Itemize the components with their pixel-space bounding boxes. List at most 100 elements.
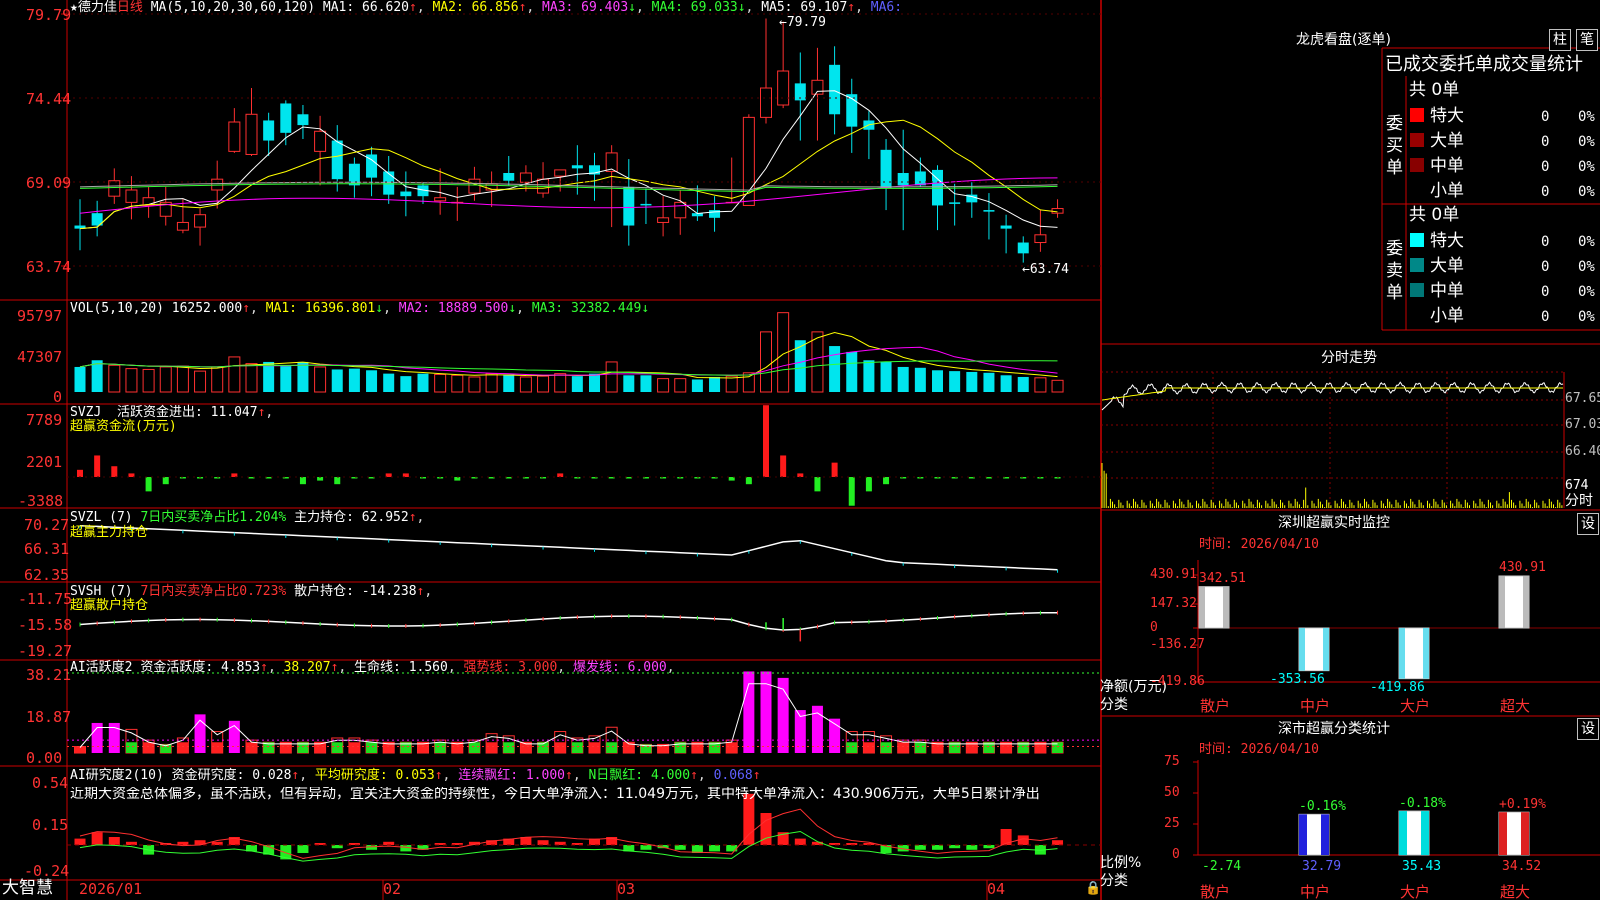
- volume-bar-up: [108, 364, 121, 393]
- order-pct: 0%: [1578, 184, 1595, 200]
- volume-header: VOL(5,10,20) 16252.000↑, MA1: 16396.801↓…: [70, 301, 650, 316]
- low-price-label: ←63.74: [1022, 262, 1069, 277]
- candle-down: [331, 140, 343, 180]
- order-count: 0: [1541, 159, 1550, 175]
- classify-category-label: 超大: [1500, 883, 1531, 900]
- ai-research-item1: 资金研究度: 0.028: [171, 768, 292, 783]
- order-count: 0: [1541, 259, 1550, 275]
- volume-bar-down: [383, 373, 395, 392]
- realtime-settings-button[interactable]: 设: [1577, 513, 1599, 535]
- ai-active-title: AI活跃度2: [70, 660, 133, 675]
- kline-ylabel: 63.74: [26, 258, 72, 276]
- volume-bar-down: [691, 379, 703, 392]
- classify-settings-button[interactable]: 设: [1577, 718, 1599, 740]
- classify-y-tick: 75: [1164, 754, 1180, 769]
- active-bar-base: [914, 742, 926, 753]
- active-bar-base: [468, 742, 480, 753]
- tick-view-button[interactable]: 笔: [1576, 29, 1598, 51]
- research-bar: [640, 845, 652, 850]
- star-icon[interactable]: ★: [70, 0, 78, 15]
- volume-bar-up: [742, 372, 755, 393]
- svzj-subtitle: 超赢资金流(万元): [70, 419, 177, 434]
- realtime-bar-shade: [1523, 576, 1529, 628]
- research-bar: [74, 838, 86, 845]
- trading-terminal: ★德力佳日线 MA(5,10,20,30,60,120) MA1: 66.620…: [0, 0, 1600, 900]
- research-red-line: [79, 808, 1058, 859]
- svsh-item1: 7日内买卖净占比0.723%: [140, 584, 287, 599]
- order-type: 大单: [1430, 131, 1464, 151]
- realtime-y-tick: 147.32: [1150, 596, 1197, 611]
- candle-up: [554, 169, 567, 177]
- sell-side-label: 委卖单: [1386, 239, 1403, 303]
- classify-bar-shade: [1421, 811, 1429, 855]
- volume-bar-down: [829, 346, 841, 392]
- order-count: 0: [1541, 134, 1550, 150]
- flow-bar: [402, 473, 409, 477]
- research-bar: [914, 845, 926, 850]
- classify-y-tick: 0: [1172, 847, 1180, 862]
- brand-logo: 大智慧: [2, 878, 53, 898]
- ai-research-item2: 平均研究度: 0.053: [314, 768, 435, 783]
- high-price-label: ←79.79: [779, 15, 826, 30]
- realtime-bar-shade: [1299, 628, 1305, 671]
- classify-xlabel: 分类: [1100, 873, 1128, 889]
- bar-view-button[interactable]: 柱: [1549, 29, 1571, 51]
- candle-down: [709, 210, 721, 218]
- kline-header: ★德力佳日线 MA(5,10,20,30,60,120) MA1: 66.620…: [70, 0, 903, 15]
- buy-row: 大单: [1410, 133, 1464, 150]
- classify-ylabel: 比例%: [1100, 855, 1142, 871]
- flow-bar: [557, 473, 564, 477]
- svzj-item: 活跃资金进出: 11.047: [116, 405, 258, 420]
- realtime-value-label: 430.91: [1499, 560, 1546, 575]
- active-bar-base: [880, 742, 892, 753]
- research-green-line: [79, 830, 1058, 862]
- volume-bar-down: [1000, 375, 1012, 392]
- color-swatch: [1410, 233, 1424, 247]
- active-bar-base: [366, 742, 378, 753]
- realtime-category-label: 大户: [1400, 697, 1431, 715]
- active-bar-base: [606, 742, 618, 753]
- volume-bar-up: [657, 378, 670, 393]
- ai-active-item3: 生命线: 1.560: [354, 660, 448, 675]
- volume-bar-down: [297, 361, 309, 392]
- active-bar-base: [554, 742, 566, 753]
- ai-active-header: AI活跃度2 资金活跃度: 4.853↑, 38.207↑, 生命线: 1.56…: [70, 660, 675, 675]
- lock-icon[interactable]: 🔒: [1085, 882, 1101, 895]
- order-type: 特大: [1430, 231, 1464, 251]
- volume-bar-down: [366, 370, 378, 392]
- intraday-frame: [1101, 372, 1564, 498]
- order-count: 0: [1541, 109, 1550, 125]
- volume-bar-down: [400, 376, 412, 392]
- intraday-ylabel: 67.65: [1565, 391, 1600, 406]
- realtime-bar-shade: [1223, 586, 1229, 628]
- svsh-ylabel: -15.58: [18, 616, 73, 634]
- flow-bar: [317, 477, 324, 481]
- classify-title: 深市超赢分类统计: [1278, 721, 1390, 737]
- up-arrow-icon: ↑: [847, 0, 856, 15]
- svzj-ylabel: 2201: [26, 453, 63, 471]
- ai-research-ylabel: 0.15: [32, 816, 69, 834]
- volume-bar-up: [468, 376, 481, 393]
- ma5-line: [79, 181, 1058, 191]
- candle-up: [760, 87, 772, 118]
- volume-bar-down: [983, 372, 995, 392]
- ai-active-item4: 强势线: 3.000: [463, 660, 558, 675]
- volume-bar-down: [91, 360, 103, 392]
- period-label[interactable]: 日线: [117, 0, 143, 15]
- realtime-y-tick: 430.91: [1150, 567, 1197, 582]
- classify-value-label: 35.43: [1402, 859, 1442, 874]
- chart-canvas[interactable]: [0, 0, 1600, 900]
- volume-bar-up: [674, 378, 687, 393]
- intraday-ylabel: 67.03: [1565, 417, 1600, 432]
- up-arrow-icon: ↑: [518, 0, 527, 15]
- svsh-subtitle: 超赢散户持仓: [70, 598, 149, 613]
- volume-bar-down: [880, 361, 892, 392]
- candle-down: [829, 64, 841, 115]
- kline-ylabel: 74.44: [26, 90, 72, 108]
- svsh-title: SVSH (7): [70, 584, 133, 599]
- active-bar-base: [486, 742, 498, 753]
- active-bar-base: [246, 742, 257, 753]
- realtime-value-label: -419.86: [1370, 679, 1425, 695]
- flow-bar: [454, 477, 461, 481]
- volume-ma3: MA3: 32382.449: [531, 301, 642, 316]
